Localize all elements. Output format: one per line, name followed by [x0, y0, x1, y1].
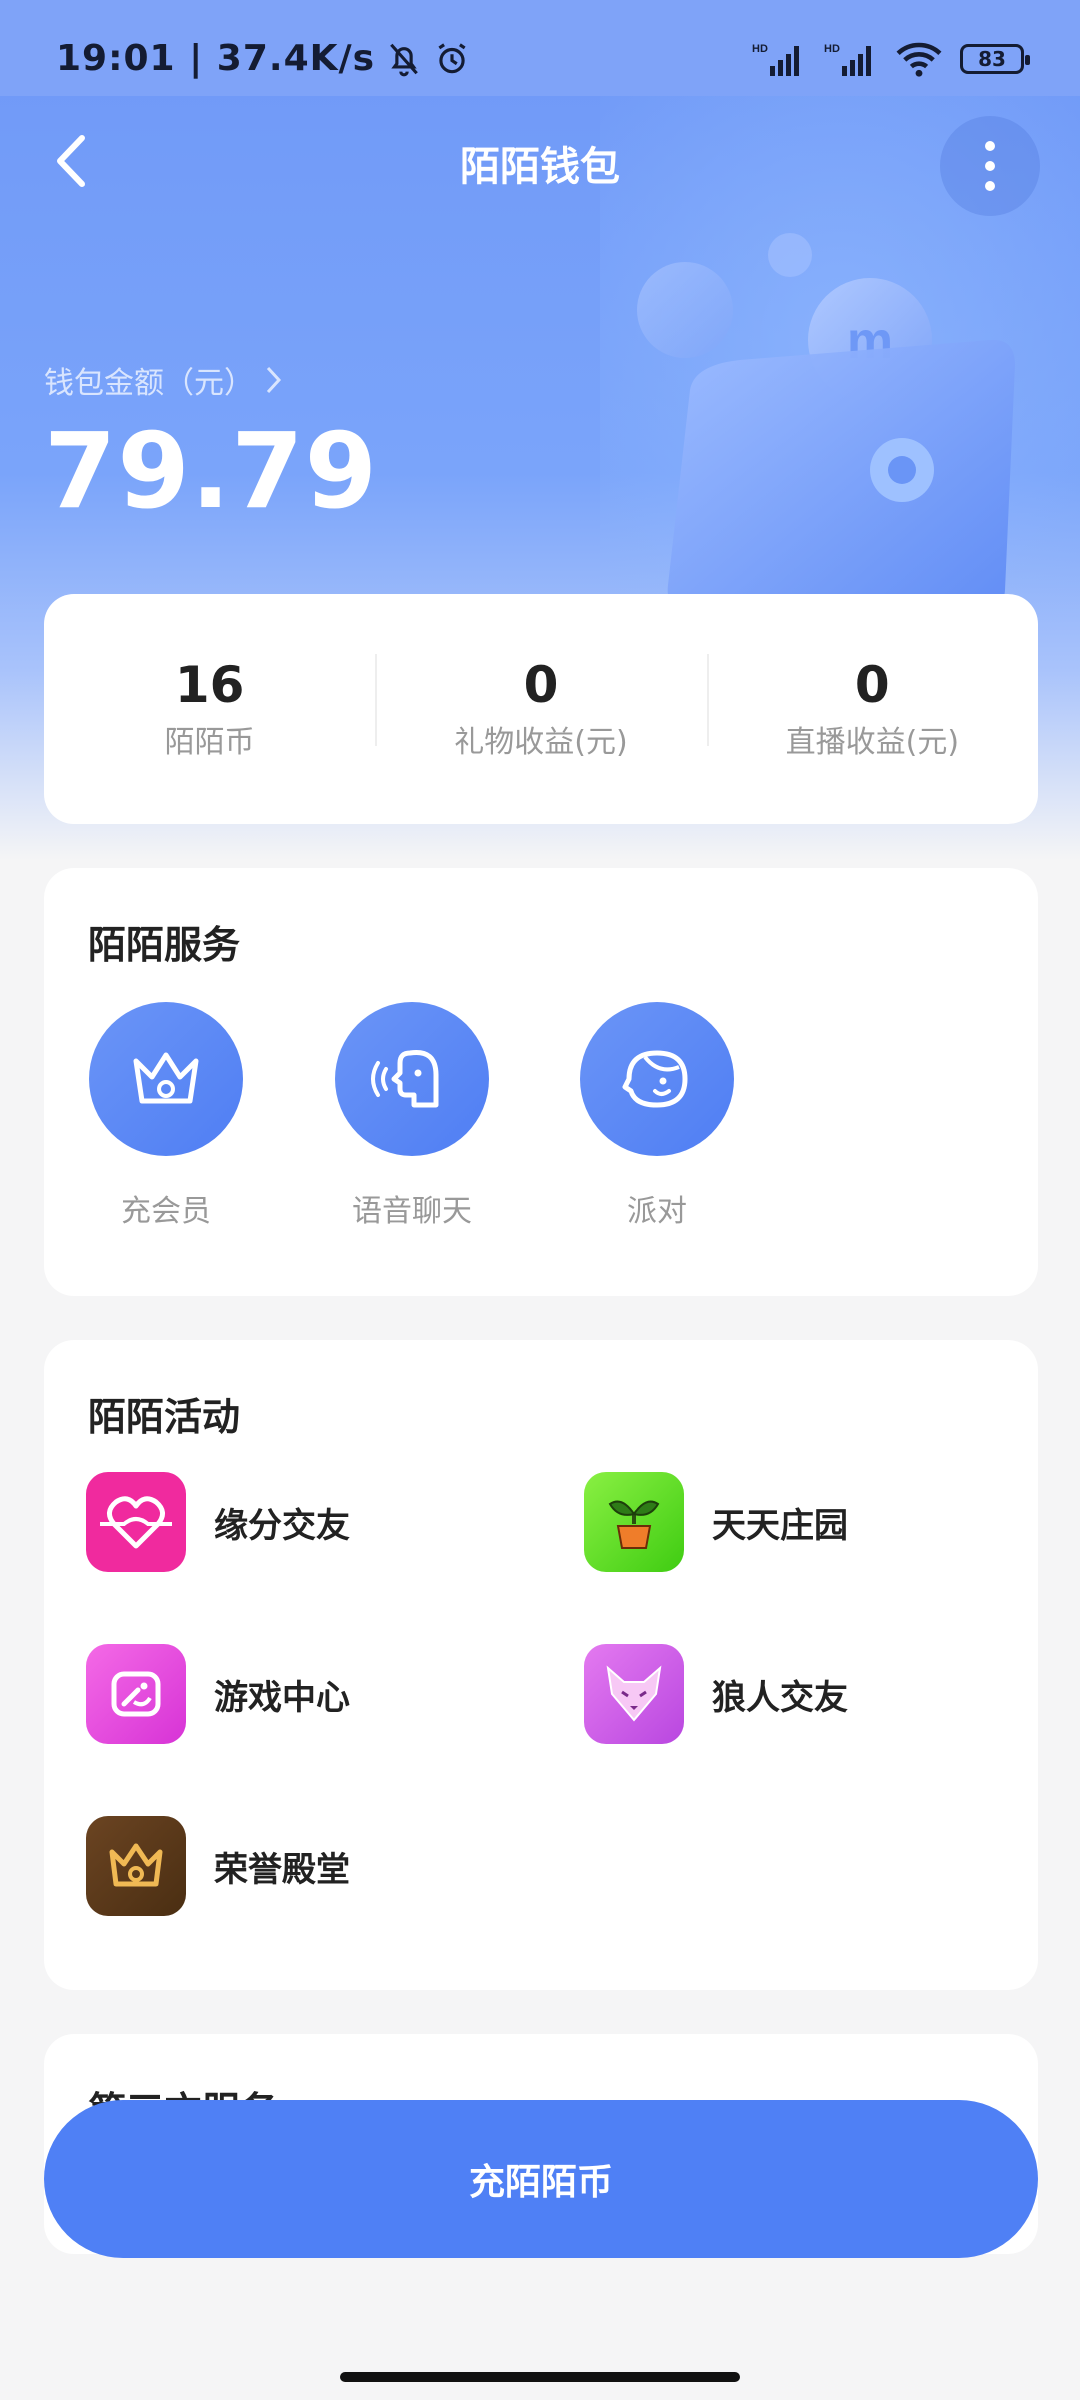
service-label: 派对	[627, 1194, 687, 1229]
activity-label: 缘分交友	[214, 1505, 350, 1546]
battery-indicator: 83	[960, 44, 1030, 74]
activity-icon-bg	[86, 1816, 186, 1916]
page-title: 陌陌钱包	[460, 144, 620, 190]
service-voice-chat[interactable]: 语音聊天	[332, 1002, 492, 1230]
activity-icon-bg	[584, 1644, 684, 1744]
svg-text:HD: HD	[824, 43, 840, 55]
service-circle	[89, 1002, 243, 1156]
heart-link-icon	[100, 1496, 172, 1549]
service-label: 充会员	[121, 1194, 211, 1229]
balance-label: 钱包金额（元）	[44, 366, 254, 401]
service-label: 语音聊天	[352, 1194, 472, 1229]
activity-icon-bg	[584, 1472, 684, 1572]
activity-label: 狼人交友	[712, 1677, 848, 1718]
home-indicator[interactable]	[340, 2372, 740, 2382]
svg-text:HD: HD	[752, 43, 768, 55]
crown-icon	[133, 1052, 199, 1104]
stat-label: 直播收益(元)	[785, 724, 960, 760]
more-button[interactable]	[940, 116, 1040, 216]
activity-label: 游戏中心	[214, 1677, 350, 1718]
crown-icon	[109, 1843, 163, 1887]
activities-card: 陌陌活动 缘分交友 天天庄园 游戏中心 狼人交友 荣誉殿堂	[44, 1340, 1038, 1990]
chevron-right-icon	[266, 366, 282, 394]
service-party[interactable]: 派对	[577, 1002, 737, 1230]
services-title: 陌陌服务	[88, 923, 241, 967]
wolf-icon	[606, 1665, 662, 1722]
service-circle	[335, 1002, 489, 1156]
top-bar: 陌陌钱包	[0, 96, 1080, 236]
status-time-speed: 19:01 | 37.4K/s	[56, 38, 376, 79]
service-vip[interactable]: 充会员	[86, 1002, 246, 1230]
stat-gift-income[interactable]: 0 礼物收益(元)	[375, 653, 706, 761]
stat-value: 0	[523, 655, 559, 714]
more-vertical-icon	[985, 141, 995, 191]
wifi-icon	[896, 42, 942, 77]
services-card: 陌陌服务 充会员 语音聊天 派对	[44, 868, 1038, 1296]
activities-title: 陌陌活动	[88, 1395, 241, 1439]
wallet-illustration: m	[637, 233, 1015, 610]
stat-label: 礼物收益(元)	[454, 724, 628, 760]
activity-icon-bg	[86, 1644, 186, 1744]
stat-momo-coins[interactable]: 16 陌陌币	[44, 655, 375, 761]
signal-2-icon: HD	[824, 43, 871, 76]
stat-value: 16	[174, 655, 245, 714]
stat-value: 0	[854, 655, 890, 714]
service-circle	[580, 1002, 734, 1156]
party-face-icon	[622, 1050, 688, 1108]
activity-werewolf[interactable]: 狼人交友	[584, 1644, 848, 1744]
sprout-icon	[608, 1500, 660, 1549]
game-icon	[111, 1671, 161, 1717]
activity-label: 天天庄园	[712, 1505, 848, 1546]
activity-icon-bg	[86, 1472, 186, 1572]
mute-bell-icon	[390, 43, 418, 76]
activity-game-center[interactable]: 游戏中心	[86, 1644, 350, 1744]
stat-label: 陌陌币	[164, 724, 255, 760]
activity-label: 荣誉殿堂	[214, 1849, 350, 1890]
stat-live-income[interactable]: 0 直播收益(元)	[706, 653, 1038, 761]
recharge-coins-button[interactable]: 充陌陌币	[44, 2100, 1038, 2258]
alarm-icon	[438, 42, 466, 73]
status-bar: 19:01 | 37.4K/s HD HD 83	[0, 0, 1080, 96]
stats-card: 16 陌陌币 0 礼物收益(元) 0 直播收益(元)	[44, 594, 1038, 824]
status-left: 19:01 | 37.4K/s	[56, 38, 471, 79]
activity-farm[interactable]: 天天庄园	[584, 1472, 848, 1572]
activity-fate-friends[interactable]: 缘分交友	[86, 1472, 350, 1572]
status-right: HD HD 83	[752, 40, 1030, 78]
activity-hall-of-fame[interactable]: 荣誉殿堂	[86, 1816, 350, 1916]
signal-1-icon: HD	[752, 43, 799, 76]
voice-chat-icon	[371, 1049, 439, 1108]
balance-label-link[interactable]: 钱包金额（元）	[44, 358, 284, 402]
balance-value: 79.79	[44, 410, 378, 532]
